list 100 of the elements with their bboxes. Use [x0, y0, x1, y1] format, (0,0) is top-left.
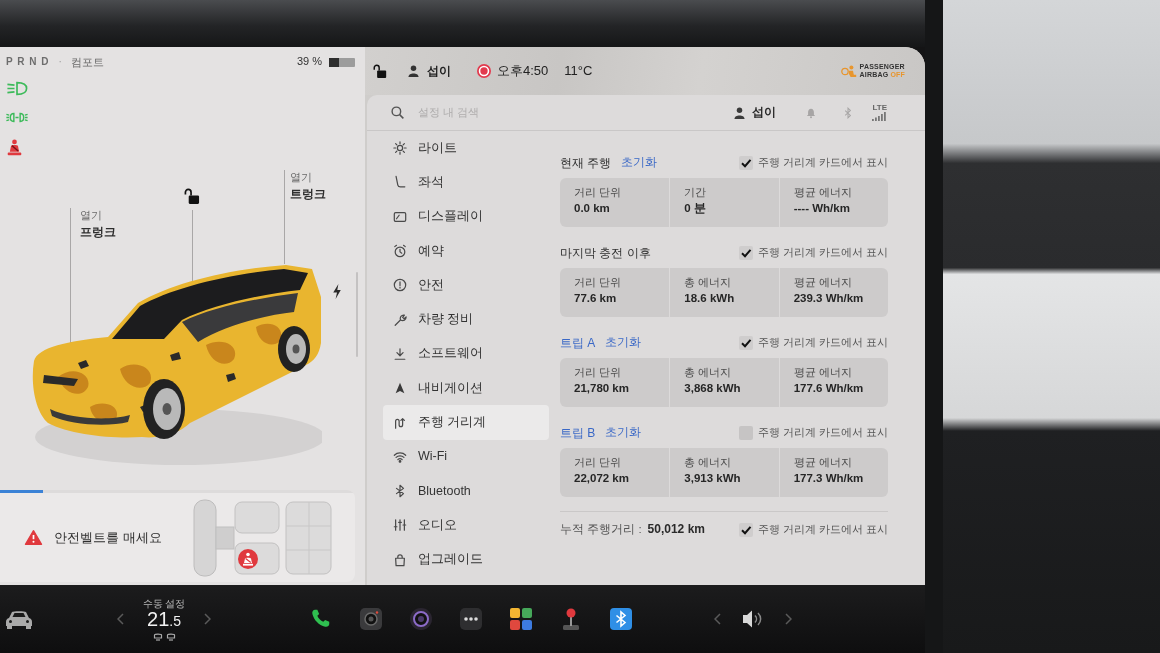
- settings-menu-item[interactable]: 오디오: [383, 508, 549, 543]
- stat-value: 177.6 Wh/km: [793, 382, 865, 396]
- stat-label: 거리 단위: [574, 456, 623, 470]
- stat-value: 77.6 km: [574, 292, 618, 306]
- stat-value: 3,868 kWh: [684, 382, 742, 396]
- person-icon: [734, 106, 746, 119]
- chevron-left-icon[interactable]: [714, 613, 721, 625]
- seat-heater-icon[interactable]: [165, 632, 176, 641]
- settings-menu-item[interactable]: 안전: [383, 268, 549, 303]
- settings-menu-item[interactable]: 예약: [383, 233, 549, 269]
- settings-menu-item[interactable]: 주행 거리계: [383, 405, 549, 440]
- wrench-icon: [393, 312, 407, 327]
- separator-dot: ·: [58, 56, 62, 68]
- bluetooth-icon[interactable]: [610, 608, 632, 630]
- stat-label: 평균 에너지: [793, 456, 853, 470]
- lens-icon[interactable]: [410, 608, 432, 630]
- stat-label: 총 에너지: [684, 456, 733, 470]
- profile-name[interactable]: 섭이: [427, 63, 451, 79]
- stat-value: ---- Wh/km: [793, 202, 851, 216]
- trip-name-link[interactable]: 트립 B: [560, 425, 596, 441]
- stat-label: 거리 단위: [574, 186, 623, 200]
- lock-icon[interactable]: [373, 64, 387, 78]
- settings-menu-item[interactable]: Wi-Fi: [383, 439, 549, 474]
- stat-label: 거리 단위: [574, 366, 623, 380]
- checkbox-label[interactable]: 주행 거리계 카드에서 표시: [757, 246, 888, 260]
- trunk-label[interactable]: 트렁크: [290, 186, 326, 203]
- climate-mode-label: 수동 설정: [142, 597, 186, 609]
- checkbox[interactable]: [738, 156, 753, 170]
- seatbelt-warning-icon: [238, 548, 258, 569]
- settings-menu-item[interactable]: 라이트: [383, 131, 549, 166]
- stat-value: 3,913 kWh: [684, 472, 742, 486]
- app-grid-icon[interactable]: [510, 608, 532, 630]
- checkbox[interactable]: [738, 246, 753, 260]
- odometer-label: 누적 주행거리 :: [560, 522, 642, 537]
- stat-value: 0.0 km: [574, 202, 611, 216]
- checkbox-label[interactable]: 주행 거리계 카드에서 표시: [757, 426, 888, 440]
- lightning-icon[interactable]: [332, 284, 342, 299]
- stat-label: 평균 에너지: [793, 186, 853, 200]
- alert-message: 안전벨트를 매세요: [54, 529, 162, 546]
- network-type-label: LTE: [872, 104, 887, 112]
- chevron-right-icon[interactable]: [785, 613, 792, 625]
- settings-menu-item[interactable]: 업그레이드: [383, 542, 549, 577]
- settings-menu-item[interactable]: Bluetooth: [383, 473, 549, 509]
- sun-icon: [393, 141, 407, 156]
- checkbox[interactable]: [738, 336, 753, 350]
- warning-triangle-icon: [24, 529, 43, 546]
- clock-time: 오후4:50: [497, 63, 549, 79]
- battery-percentage: 39 %: [296, 55, 322, 69]
- trip-name-link[interactable]: 트립 A: [560, 335, 596, 351]
- stat-label: 총 에너지: [684, 276, 733, 290]
- lock-icon[interactable]: [184, 188, 200, 204]
- airbag-icon: [840, 64, 857, 78]
- stat-label: 기간: [684, 186, 708, 200]
- wifi-icon: [393, 449, 407, 464]
- stat-label: 거리 단위: [574, 276, 623, 290]
- profile-name[interactable]: 섭이: [752, 105, 777, 120]
- stat-label: 총 에너지: [684, 366, 733, 380]
- settings-menu-item[interactable]: 내비게이션: [383, 371, 549, 406]
- joystick-icon[interactable]: [560, 608, 582, 630]
- bag-icon: [393, 552, 407, 567]
- route-icon: [393, 415, 407, 430]
- temperature-setting[interactable]: 21.5: [147, 608, 181, 632]
- seat-icon: [393, 175, 407, 190]
- chevron-right-icon[interactable]: [204, 613, 211, 625]
- open-label[interactable]: 열기: [290, 169, 326, 186]
- navigation-arrow-icon: [393, 381, 407, 396]
- checkbox-label[interactable]: 주행 거리계 카드에서 표시: [757, 336, 888, 350]
- frunk-label[interactable]: 프렁크: [80, 224, 116, 241]
- outside-temperature: 11°C: [564, 63, 593, 79]
- signal-bars-icon: [872, 112, 887, 121]
- checkbox-label[interactable]: 주행 거리계 카드에서 표시: [757, 156, 888, 170]
- settings-menu-item[interactable]: 좌석: [383, 165, 549, 200]
- phone-icon[interactable]: [310, 608, 332, 630]
- stat-value: 177.3 Wh/km: [793, 472, 865, 486]
- gear-indicator: P R N D: [6, 56, 50, 68]
- camera-icon[interactable]: [360, 608, 382, 630]
- person-icon: [408, 65, 419, 77]
- settings-menu-item[interactable]: 차량 정비: [383, 302, 549, 337]
- reset-link[interactable]: 초기화: [621, 156, 658, 170]
- seat-heater-icon[interactable]: [152, 632, 163, 641]
- exclamation-circle-icon: [393, 278, 407, 293]
- settings-menu-item[interactable]: 디스플레이: [383, 199, 549, 234]
- display-icon: [393, 209, 407, 224]
- download-icon: [393, 346, 407, 361]
- settings-menu-item[interactable]: 소프트웨어: [383, 336, 549, 372]
- chevron-left-icon[interactable]: [117, 613, 124, 625]
- stat-value: 239.3 Wh/km: [793, 292, 865, 306]
- drive-mode-label[interactable]: 컴포트: [70, 55, 104, 69]
- search-icon[interactable]: [391, 106, 404, 119]
- dots-icon[interactable]: [460, 608, 482, 630]
- alarm-clock-icon: [393, 244, 407, 259]
- stat-value: 0 분: [684, 202, 707, 216]
- car-icon[interactable]: [5, 609, 33, 629]
- stat-value: 21,780 km: [574, 382, 630, 396]
- reset-link[interactable]: 초기화: [605, 426, 642, 440]
- checkbox-label[interactable]: 주행 거리계 카드에서 표시: [757, 522, 888, 537]
- open-label[interactable]: 열기: [80, 207, 116, 224]
- record-icon[interactable]: [477, 64, 491, 78]
- reset-link[interactable]: 초기화: [605, 336, 642, 350]
- checkbox[interactable]: [738, 522, 753, 537]
